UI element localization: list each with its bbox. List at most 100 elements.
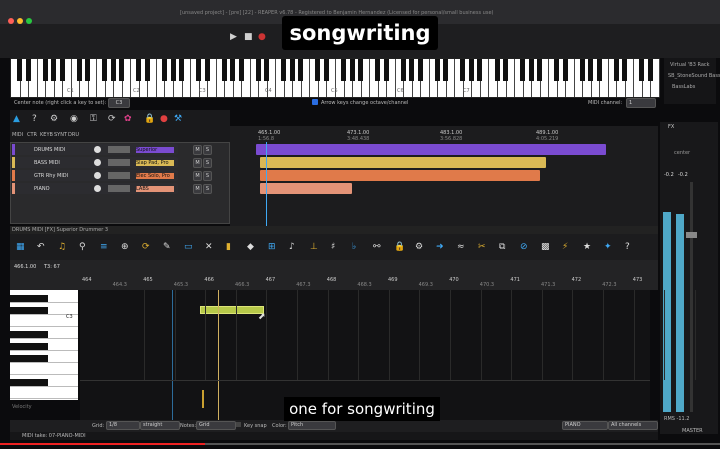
record-icon[interactable]: ●	[258, 32, 266, 42]
solo-button[interactable]: S	[203, 145, 212, 155]
grid-icon[interactable]: ▦	[16, 242, 25, 252]
filter-icon[interactable]: ⚲	[79, 242, 86, 252]
midi-channel-select[interactable]: 1	[626, 98, 656, 108]
piano-roll-black-key[interactable]	[10, 343, 48, 350]
piano-roll-white-key[interactable]	[10, 386, 78, 399]
piano-icon[interactable]: ♫	[58, 242, 66, 252]
piano-roll-black-key[interactable]	[10, 331, 48, 338]
scale-icon[interactable]: ♭	[352, 242, 356, 252]
record-arm-icon[interactable]: ●	[160, 114, 168, 124]
piano-roll-keys[interactable]	[10, 290, 78, 400]
mute-icon[interactable]: ⊘	[520, 242, 528, 252]
settings-icon[interactable]: ⚙	[415, 242, 423, 252]
help-icon[interactable]: ?	[625, 242, 630, 252]
loop-icon[interactable]: ⟳	[108, 114, 116, 124]
track-name[interactable]: GTR Rhy MIDI	[34, 173, 68, 179]
volume-fader-handle[interactable]	[686, 232, 697, 238]
lock-icon[interactable]: 🔒	[394, 242, 405, 252]
chord-icon[interactable]: ♯	[331, 242, 335, 252]
color-icon[interactable]: ▩	[541, 242, 550, 252]
play-icon[interactable]: ▶	[230, 32, 237, 42]
midi-item-drums[interactable]	[256, 144, 606, 155]
mute-button[interactable]: M	[193, 184, 202, 194]
pencil-icon[interactable]: ✎	[163, 242, 171, 252]
select-icon[interactable]: ▭	[184, 242, 193, 252]
arrow-up-icon[interactable]: ▲	[13, 114, 20, 124]
midi-item-bass[interactable]	[260, 157, 546, 168]
plug-icon[interactable]: ⚡	[562, 242, 568, 252]
solo-button[interactable]: S	[203, 184, 212, 194]
center-note-select[interactable]: C3	[108, 98, 130, 108]
arrange-view[interactable]: 465.1.00 473.1.00 483.1.00 489.1.00 1:56…	[230, 126, 658, 226]
track-row[interactable]: GTR Rhy MIDI Elec Solo, Pro	[12, 170, 178, 181]
erase-icon[interactable]: ✕	[205, 242, 213, 252]
gear-icon[interactable]: ⚙	[50, 114, 58, 124]
track-name[interactable]: BASS MIDI	[34, 160, 60, 166]
toolbar-tab-keyb[interactable]: KEYB	[40, 132, 53, 138]
midi-item-gtr[interactable]	[260, 170, 540, 181]
volume-knob-icon[interactable]	[94, 172, 101, 179]
toolbar-tab-dru[interactable]: DRU	[68, 132, 79, 138]
quantize-icon[interactable]: ⊞	[268, 242, 276, 252]
fx-item[interactable]: Virtual 'B3 Rack	[670, 62, 716, 68]
straight-select[interactable]: straight	[140, 421, 180, 430]
help-icon[interactable]: ?	[32, 114, 37, 124]
color-select[interactable]: Pitch	[288, 421, 336, 430]
solo-button[interactable]: S	[203, 171, 212, 181]
track-row[interactable]: PIANO LABS	[12, 183, 178, 194]
piano-roll-black-key[interactable]	[10, 379, 48, 386]
flower-icon[interactable]: ✿	[124, 114, 132, 124]
piano-roll-black-key[interactable]	[10, 295, 48, 302]
toolbar-tab-midi[interactable]: MIDI	[12, 132, 23, 138]
track-fx-slot[interactable]: Elec Solo, Pro	[136, 173, 174, 179]
note-icon[interactable]: ♪	[289, 242, 295, 252]
velocity-bar[interactable]	[202, 390, 204, 408]
loop-icon[interactable]: ⟳	[142, 242, 150, 252]
zoom-icon[interactable]: ⊕	[121, 242, 129, 252]
link-icon[interactable]: ⚯	[373, 242, 381, 252]
volume-knob-icon[interactable]	[94, 185, 101, 192]
grid-select[interactable]: 1/8	[106, 421, 140, 430]
tool-icon[interactable]: ⚒	[174, 114, 182, 124]
mute-button[interactable]: M	[193, 158, 202, 168]
volume-knob-icon[interactable]	[94, 159, 101, 166]
midi-item-piano[interactable]	[260, 183, 352, 194]
key-snap-checkbox[interactable]	[236, 422, 241, 427]
notes-select[interactable]: Grid	[196, 421, 236, 430]
fx-label[interactable]: FX	[668, 124, 674, 130]
list-icon[interactable]: ≡	[100, 242, 108, 252]
track-name[interactable]: PIANO	[34, 186, 50, 192]
fx-item[interactable]: BassLabs	[672, 84, 716, 90]
star-icon[interactable]: ★	[583, 242, 591, 252]
lock-icon[interactable]: 🔒	[144, 114, 155, 124]
arrow-icon[interactable]: ➜	[436, 242, 444, 252]
key-icon[interactable]: ⚿	[90, 114, 97, 124]
stop-icon[interactable]: ■	[244, 32, 253, 42]
track-fx-slot[interactable]: LABS	[136, 186, 174, 192]
midi-ruler[interactable]: 466.1.00 T3: 67 464 464.3 465 465.3 466 466.3…	[10, 260, 658, 290]
split-icon[interactable]: ✂	[478, 242, 486, 252]
arrow-keys-checkbox[interactable]	[312, 99, 318, 105]
toolbar-tab-ctr[interactable]: CTR	[27, 132, 37, 138]
velocity-icon[interactable]: ▮	[226, 242, 231, 252]
virtual-keyboard[interactable]: C1 C2 C3 C4 C5 C6 C7	[10, 58, 660, 98]
humanize-icon[interactable]: ≈	[457, 242, 465, 252]
toolbar-tab-synt[interactable]: SYNT	[54, 132, 67, 138]
piano-roll-black-key[interactable]	[10, 307, 48, 314]
volume-fader-track[interactable]	[690, 182, 693, 412]
cc-icon[interactable]: ◆	[247, 242, 254, 252]
glue-icon[interactable]: ⧉	[499, 242, 505, 252]
wand-icon[interactable]: ✦	[604, 242, 612, 252]
channel-track-select[interactable]: PIANO	[562, 421, 608, 430]
track-fx-slot[interactable]: Slap Pad, Pro	[136, 160, 174, 166]
track-name[interactable]: DRUMS MIDI	[34, 147, 65, 153]
white-key[interactable]	[650, 59, 660, 97]
undo-icon[interactable]: ↶	[37, 242, 45, 252]
track-fx-slot[interactable]: Superior	[136, 147, 174, 153]
track-row[interactable]: BASS MIDI Slap Pad, Pro	[12, 157, 178, 168]
snap-icon[interactable]: ⊥	[310, 242, 318, 252]
mute-button[interactable]: M	[193, 171, 202, 181]
video-progress[interactable]	[0, 440, 720, 449]
fx-item[interactable]: SB_StoneSound Bass Congas	[668, 73, 720, 79]
mute-button[interactable]: M	[193, 145, 202, 155]
